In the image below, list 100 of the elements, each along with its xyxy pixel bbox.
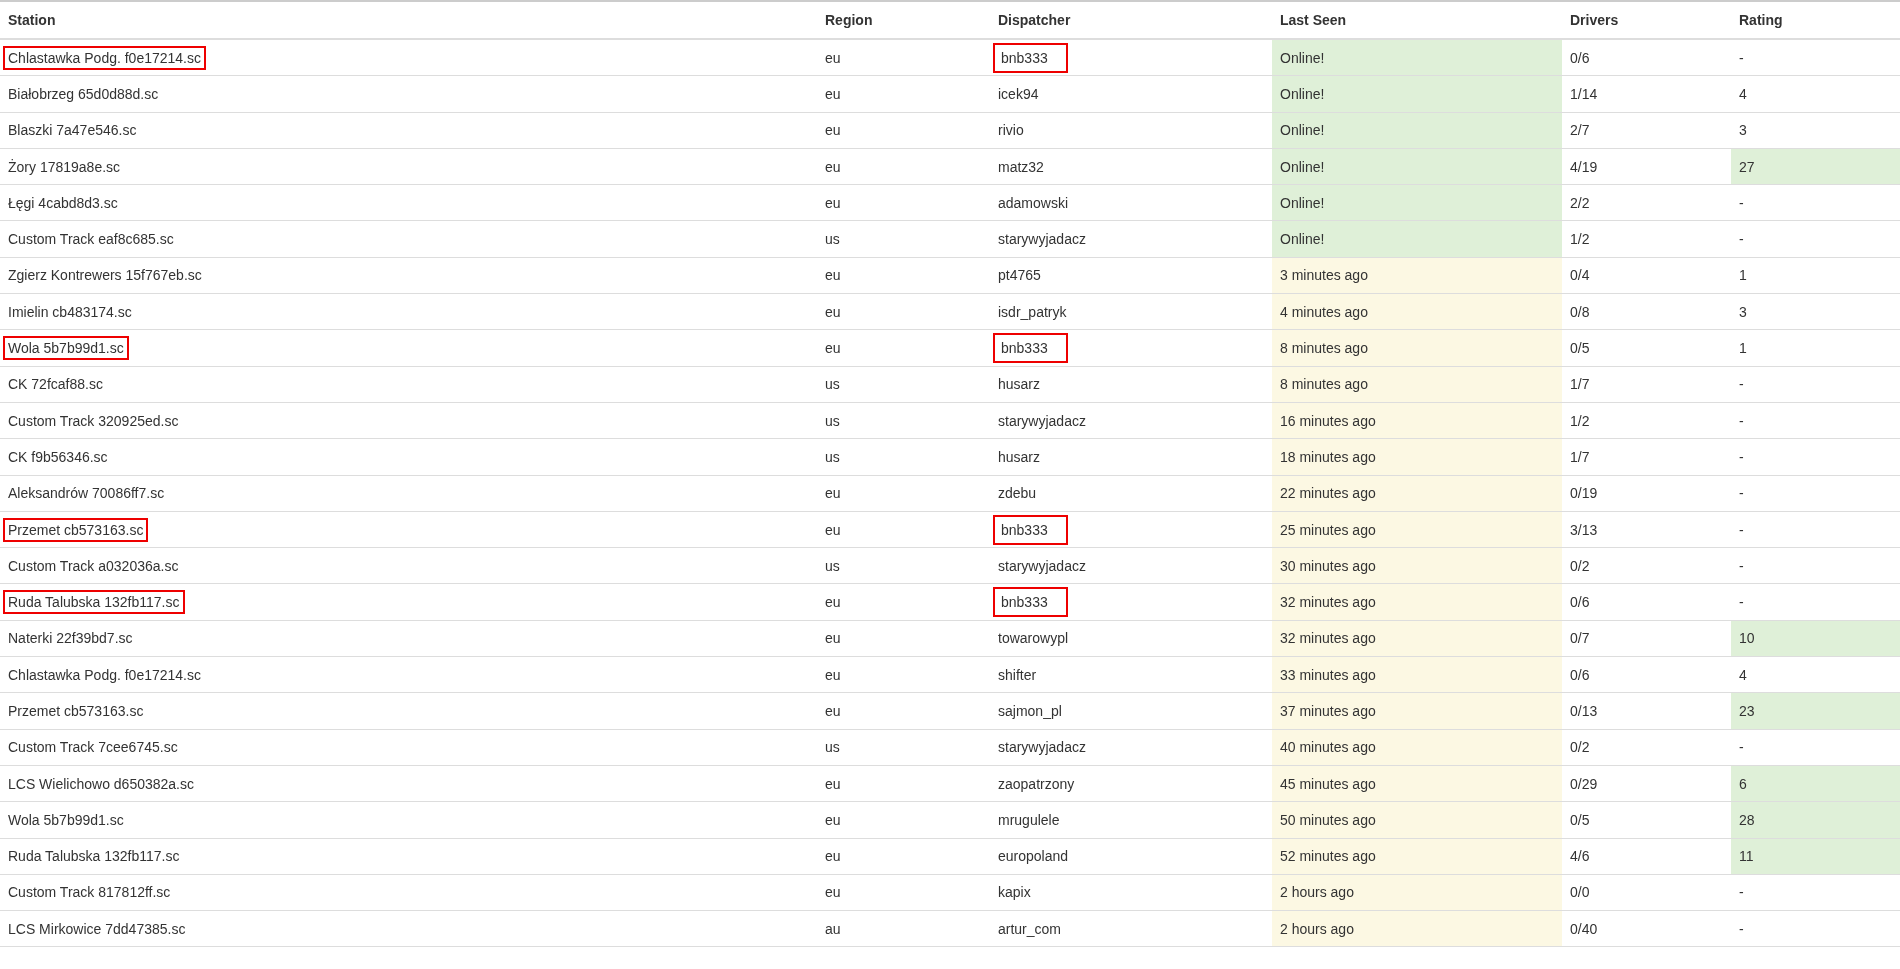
region-code: eu bbox=[825, 85, 841, 102]
region-code: us bbox=[825, 739, 840, 756]
station-name: Przemet cb573163.sc bbox=[8, 703, 144, 719]
station-name: Imielin cb483174.sc bbox=[8, 303, 132, 320]
rating-cell-text: - bbox=[1738, 484, 1745, 504]
region-code: us bbox=[825, 557, 840, 574]
region-code: eu bbox=[825, 811, 841, 828]
station-name: CK f9b56346.sc bbox=[8, 448, 108, 465]
last-seen-cell: 50 minutes ago bbox=[1272, 802, 1562, 838]
last-seen-cell: Online! bbox=[1272, 112, 1562, 148]
rating-cell-text: - bbox=[1738, 375, 1745, 395]
drivers-count: 0/40 bbox=[1570, 920, 1598, 937]
dispatcher-name: matz32 bbox=[998, 158, 1044, 175]
region-code: eu bbox=[825, 775, 841, 792]
last-seen-cell: 2 hours ago bbox=[1272, 874, 1562, 911]
rating-cell: 11 bbox=[1731, 838, 1900, 874]
column-header: Rating bbox=[1738, 11, 1784, 30]
drivers-count: 3/13 bbox=[1570, 521, 1598, 538]
last-seen-cell: 45 minutes ago bbox=[1272, 765, 1562, 802]
last-seen-cell: 2 hours ago bbox=[1272, 911, 1562, 947]
column-header: Drivers bbox=[1569, 11, 1620, 30]
rating-cell-text: 4 bbox=[1738, 665, 1748, 685]
last-seen-cell: 8 minutes ago bbox=[1272, 366, 1562, 402]
last-seen-cell: 52 minutes ago bbox=[1272, 838, 1562, 874]
dispatcher-name: husarz bbox=[998, 448, 1041, 465]
drivers-count: 1/14 bbox=[1570, 85, 1598, 102]
region-code: eu bbox=[825, 194, 841, 211]
dispatcher-name: artur_com bbox=[998, 920, 1062, 937]
region-code: eu bbox=[825, 122, 841, 139]
drivers-count: 0/7 bbox=[1570, 630, 1590, 647]
station-name: Żory 17819a8e.sc bbox=[8, 158, 121, 175]
station-name: Ruda Talubska 132fb117.sc bbox=[8, 848, 180, 865]
region-code: eu bbox=[825, 630, 841, 647]
drivers-count: 0/8 bbox=[1570, 303, 1590, 320]
last-seen-cell: 32 minutes ago bbox=[1272, 620, 1562, 657]
region-code: eu bbox=[825, 848, 841, 865]
drivers-count: 0/5 bbox=[1570, 340, 1590, 356]
rating-cell-text: 1 bbox=[1738, 339, 1748, 358]
last-seen-cell: 33 minutes ago bbox=[1272, 657, 1562, 693]
rating-cell-text: - bbox=[1738, 593, 1745, 613]
dispatcher-name: adamowski bbox=[998, 194, 1069, 211]
dispatcher-name: icek94 bbox=[998, 85, 1039, 102]
rating-cell-text: - bbox=[1738, 556, 1745, 576]
dispatcher-name: isdr_patryk bbox=[998, 303, 1067, 320]
last-seen-cell: 30 minutes ago bbox=[1272, 548, 1562, 584]
drivers-count: 0/29 bbox=[1570, 775, 1598, 792]
dispatcher-name: zdebu bbox=[998, 485, 1037, 502]
last-seen-cell: 8 minutes ago bbox=[1272, 330, 1562, 366]
region-code: eu bbox=[825, 703, 841, 719]
dispatcher-name: starywyjadacz bbox=[998, 412, 1086, 429]
last-seen-cell: 22 minutes ago bbox=[1272, 475, 1562, 511]
dispatcher-name: shifter bbox=[998, 666, 1037, 683]
rating-cell-text: 1 bbox=[1738, 266, 1748, 286]
last-seen-cell: 3 minutes ago bbox=[1272, 257, 1562, 294]
drivers-count: 1/2 bbox=[1570, 231, 1590, 248]
last-seen-cell: Online! bbox=[1272, 76, 1562, 112]
rating-cell-text: - bbox=[1738, 411, 1745, 431]
column-header: Region bbox=[824, 11, 874, 30]
drivers-count: 1/7 bbox=[1570, 448, 1590, 465]
station-name: Naterki 22f39bd7.sc bbox=[8, 630, 133, 647]
last-seen-cell: 18 minutes ago bbox=[1272, 439, 1562, 475]
rating-cell-text: - bbox=[1738, 738, 1745, 758]
drivers-count: 0/5 bbox=[1570, 811, 1590, 828]
region-code: eu bbox=[825, 49, 841, 66]
rating-cell-text: 4 bbox=[1738, 84, 1748, 104]
station-name: Custom Track eaf8c685.sc bbox=[8, 231, 174, 248]
drivers-count: 4/19 bbox=[1570, 158, 1598, 175]
last-seen-cell: 37 minutes ago bbox=[1272, 693, 1562, 729]
column-header: Dispatcher bbox=[997, 11, 1072, 30]
last-seen-cell: 16 minutes ago bbox=[1272, 402, 1562, 439]
column-header: Last Seen bbox=[1279, 11, 1348, 30]
station-name: Wola 5b7b99d1.sc bbox=[8, 811, 124, 828]
station-name: Custom Track 817812ff.sc bbox=[8, 884, 171, 901]
drivers-count: 0/0 bbox=[1570, 884, 1590, 901]
station-name: Chlastawka Podg. f0e17214.sc bbox=[3, 45, 206, 70]
dispatcher-name: kapix bbox=[998, 884, 1031, 901]
rating-cell-text: - bbox=[1738, 230, 1745, 250]
rating-cell-text: 3 bbox=[1738, 121, 1748, 141]
drivers-count: 2/7 bbox=[1570, 122, 1590, 139]
rating-cell-text: - bbox=[1738, 520, 1745, 540]
region-code: us bbox=[825, 376, 840, 393]
rating-cell-text: - bbox=[1738, 883, 1745, 903]
drivers-count: 0/2 bbox=[1570, 557, 1590, 574]
station-name: LCS Wielichowo d650382a.sc bbox=[8, 775, 194, 792]
station-name: Ruda Talubska 132fb117.sc bbox=[3, 590, 185, 615]
last-seen-cell: Online! bbox=[1272, 185, 1562, 221]
region-code: us bbox=[825, 412, 840, 429]
dispatcher-name: bnb333 bbox=[993, 514, 1068, 545]
station-name: Łęgi 4cabd8d3.sc bbox=[8, 194, 118, 211]
region-code: eu bbox=[825, 666, 841, 683]
region-code: us bbox=[825, 231, 840, 248]
dispatcher-name: rivio bbox=[998, 122, 1024, 139]
region-code: eu bbox=[825, 340, 841, 356]
station-name: Blaszki 7a47e546.sc bbox=[8, 122, 137, 139]
region-code: eu bbox=[825, 485, 841, 502]
rating-cell: 10 bbox=[1731, 620, 1900, 657]
drivers-count: 0/19 bbox=[1570, 485, 1598, 502]
station-name: Chlastawka Podg. f0e17214.sc bbox=[8, 666, 201, 683]
dispatcher-name: pt4765 bbox=[998, 267, 1041, 284]
station-name: Wola 5b7b99d1.sc bbox=[3, 336, 129, 360]
